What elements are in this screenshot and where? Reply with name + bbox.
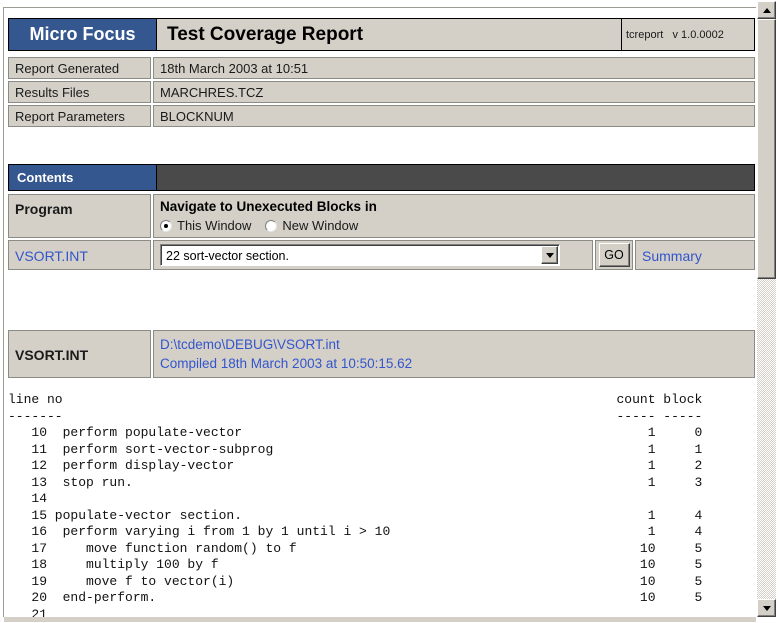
navigate-label: Navigate to Unexecuted Blocks in	[160, 199, 748, 214]
report-header: Micro Focus Test Coverage Report tcrepor…	[8, 18, 755, 51]
vertical-scrollbar[interactable]	[757, 1, 776, 617]
chevron-down-icon	[546, 253, 554, 258]
table-row: Report Generated 18th March 2003 at 10:5…	[8, 57, 755, 79]
code-listing: line no count block ------- ----- ----- …	[8, 392, 702, 623]
scrollbar-down-button[interactable]	[757, 599, 776, 617]
chevron-down-icon	[763, 606, 771, 611]
radio-new-window-label[interactable]: New Window	[282, 218, 358, 233]
tool-version: tcreport v 1.0.0002	[622, 19, 754, 50]
contents-heading: Contents	[9, 165, 157, 190]
summary-link-cell: Summary	[635, 240, 755, 270]
go-button-cell: GO	[595, 240, 633, 270]
radio-this-window-label[interactable]: This Window	[177, 218, 251, 233]
report-parameters-value: BLOCKNUM	[153, 105, 755, 127]
report-generated-label: Report Generated	[8, 57, 151, 79]
navigate-options-cell: Navigate to Unexecuted Blocks in This Wi…	[153, 194, 755, 238]
chevron-up-icon	[763, 8, 771, 13]
program-link[interactable]: VSORT.INT	[15, 248, 88, 264]
go-button[interactable]: GO	[599, 243, 630, 267]
program-file-link[interactable]: D:\tcdemo\DEBUG\VSORT.int	[160, 337, 340, 352]
program-file-section: VSORT.INT D:\tcdemo\DEBUG\VSORT.int Comp…	[8, 330, 755, 378]
program-link-cell: VSORT.INT	[8, 240, 151, 270]
program-name: VSORT.INT	[8, 330, 151, 378]
results-files-value: MARCHRES.TCZ	[153, 81, 755, 103]
report-parameters-label: Report Parameters	[8, 105, 151, 127]
report-generated-value: 18th March 2003 at 10:51	[153, 57, 755, 79]
block-select-cell: 22 sort-vector section.	[153, 240, 593, 270]
table-row: Report Parameters BLOCKNUM	[8, 105, 755, 127]
table-row: VSORT.INT 22 sort-vector section. GO Sum…	[8, 240, 755, 270]
program-column-header: Program	[8, 194, 151, 238]
program-file-info: D:\tcdemo\DEBUG\VSORT.int Compiled 18th …	[153, 330, 755, 378]
summary-link[interactable]: Summary	[642, 248, 702, 264]
radio-this-window[interactable]	[160, 220, 172, 232]
scrollbar-thumb[interactable]	[757, 19, 776, 279]
table-row: Results Files MARCHRES.TCZ	[8, 81, 755, 103]
page-title: Test Coverage Report	[157, 19, 622, 50]
unexecuted-block-dropdown[interactable]: 22 sort-vector section.	[160, 244, 560, 266]
brand-logo: Micro Focus	[9, 19, 157, 50]
contents-header-bar: Contents	[8, 164, 755, 191]
results-files-label: Results Files	[8, 81, 151, 103]
table-row: Program Navigate to Unexecuted Blocks in…	[8, 194, 755, 238]
radio-new-window[interactable]	[265, 220, 277, 232]
contents-section: Contents Program Navigate to Unexecuted …	[8, 164, 755, 272]
dropdown-arrow-button[interactable]	[541, 246, 558, 264]
scrollbar-up-button[interactable]	[757, 1, 776, 19]
contents-header-fill	[157, 165, 754, 190]
compiled-timestamp: Compiled 18th March 2003 at 10:50:15.62	[160, 354, 748, 373]
dropdown-selected-value: 22 sort-vector section.	[166, 249, 289, 263]
scrollbar-track[interactable]	[757, 279, 776, 599]
report-info-table: Report Generated 18th March 2003 at 10:5…	[8, 57, 755, 129]
window-bottom-edge	[4, 617, 756, 622]
